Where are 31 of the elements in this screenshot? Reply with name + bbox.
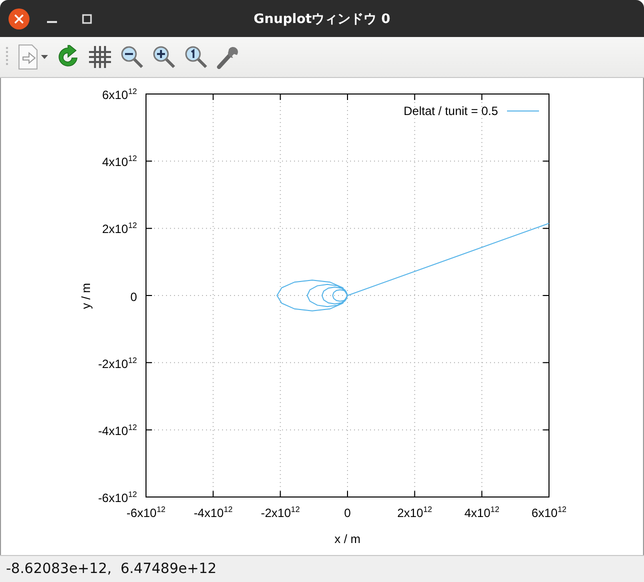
grid-icon[interactable] <box>88 45 112 69</box>
tick-label: -2x10$^{12}$ <box>98 356 137 371</box>
refresh-icon[interactable] <box>56 45 80 69</box>
tick-label: -6x10$^{12}$ <box>98 491 137 505</box>
minimize-icon[interactable] <box>47 20 57 22</box>
axis-label: x / m <box>334 532 360 546</box>
magnifier-icon[interactable] <box>184 45 208 69</box>
document-icon[interactable] <box>17 44 39 70</box>
tick-label: 6x10$^{12}$ <box>532 506 566 520</box>
maximize-icon[interactable] <box>82 14 92 24</box>
zoom-in-icon[interactable] <box>152 45 176 69</box>
tick-label: -4x10$^{12}$ <box>194 506 233 520</box>
axis-label: y / m <box>79 282 93 308</box>
tick-label: 2x10$^{12}$ <box>397 506 432 520</box>
caret-icon[interactable] <box>41 55 48 59</box>
tick-label: 0 <box>130 290 137 304</box>
wrench-icon[interactable] <box>216 45 240 69</box>
tick-label: -6x10$^{12}$ <box>126 506 166 520</box>
tick-label: 0 <box>344 506 351 520</box>
tick-label: 4x10$^{12}$ <box>102 155 137 170</box>
tick-label: 4x10$^{12}$ <box>464 506 500 520</box>
tick-label: -4x10$^{12}$ <box>98 424 137 438</box>
window-title: Gnuplotウィンドウ 0 <box>254 12 390 26</box>
zoom-out-icon[interactable] <box>120 45 144 69</box>
grip-icon[interactable] <box>6 47 9 67</box>
tick-label: 2x10$^{12}$ <box>102 222 137 236</box>
tick-label: -2x10$^{12}$ <box>260 506 300 520</box>
tick-label: 6x10$^{12}$ <box>102 88 137 102</box>
status-text: -8.62083e+12, 6.47489e+12 <box>6 561 217 577</box>
close-icon[interactable] <box>8 8 30 30</box>
legend-label: Deltat / tunit = 0.5 <box>404 104 498 118</box>
